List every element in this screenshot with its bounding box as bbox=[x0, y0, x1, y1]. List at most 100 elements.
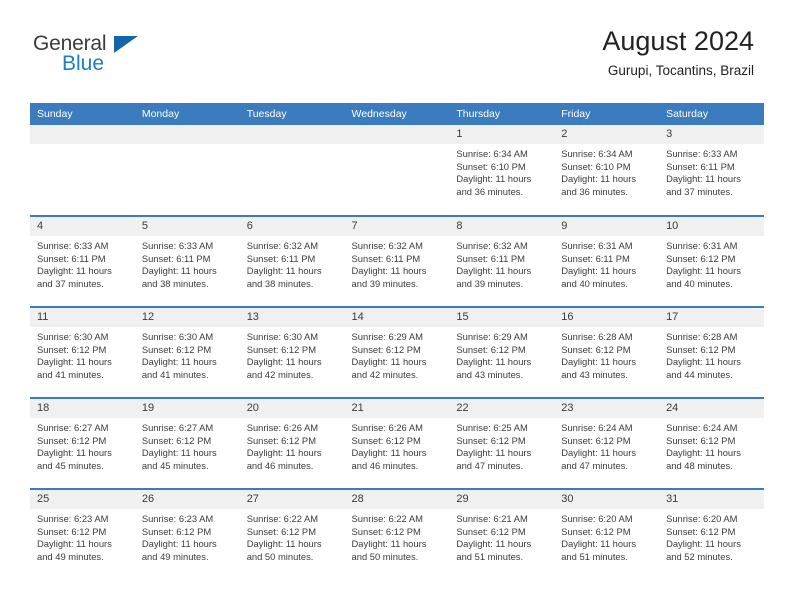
calendar-day-cell[interactable]: 17 Sunrise: 6:28 AM Sunset: 6:12 PM Dayligh… bbox=[659, 306, 764, 398]
day-number: 23 bbox=[554, 399, 660, 418]
sunrise-text: Sunrise: 6:30 AM bbox=[37, 331, 109, 342]
calendar-day-cell[interactable]: 2 Sunrise: 6:34 AM Sunset: 6:10 PM Daylight… bbox=[554, 125, 660, 216]
daylight-text: Daylight: 11 hours and 43 minutes. bbox=[561, 356, 637, 380]
calendar-day-cell[interactable]: 16 Sunrise: 6:28 AM Sunset: 6:12 PM Dayligh… bbox=[554, 306, 660, 398]
day-details: Sunrise: 6:32 AM Sunset: 6:11 PM Daylight:… bbox=[449, 236, 554, 290]
day-number: 30 bbox=[554, 490, 660, 509]
brand-logo[interactable]: General Blue bbox=[33, 33, 143, 77]
sunrise-text: Sunrise: 6:26 AM bbox=[246, 422, 319, 433]
sunset-text: Sunset: 6:12 PM bbox=[666, 343, 736, 355]
day-details: Sunrise: 6:30 AM Sunset: 6:12 PM Daylight:… bbox=[30, 327, 135, 381]
calendar-cell-empty bbox=[30, 125, 135, 216]
calendar-day-cell[interactable]: 20 Sunrise: 6:26 AM Sunset: 6:12 PM Dayligh… bbox=[239, 397, 345, 489]
daylight-text: Daylight: 11 hours and 50 minutes. bbox=[351, 538, 427, 562]
day-details: Sunrise: 6:30 AM Sunset: 6:12 PM Daylight:… bbox=[240, 327, 345, 381]
day-details: Sunrise: 6:28 AM Sunset: 6:12 PM Daylight:… bbox=[554, 327, 659, 381]
day-details: Sunrise: 6:24 AM Sunset: 6:12 PM Daylight:… bbox=[659, 418, 764, 472]
weekday-header-row: Sunday Monday Tuesday Wednesday Thursday… bbox=[30, 103, 764, 125]
daylight-text: Daylight: 11 hours and 51 minutes. bbox=[456, 538, 532, 562]
calendar-day-cell[interactable]: 22 Sunrise: 6:25 AM Sunset: 6:12 PM Dayligh… bbox=[449, 397, 555, 489]
sunrise-text: Sunrise: 6:27 AM bbox=[141, 422, 214, 433]
day-number: 22 bbox=[449, 399, 555, 418]
calendar-week-row: 4 Sunrise: 6:33 AM Sunset: 6:11 PM Daylight… bbox=[30, 215, 764, 307]
calendar-day-cell[interactable]: 19 Sunrise: 6:27 AM Sunset: 6:12 PM Dayligh… bbox=[134, 397, 240, 489]
sunset-text: Sunset: 6:12 PM bbox=[351, 434, 421, 446]
calendar-day-cell[interactable]: 27 Sunrise: 6:22 AM Sunset: 6:12 PM Dayligh… bbox=[239, 488, 345, 580]
calendar-day-cell[interactable]: 18 Sunrise: 6:27 AM Sunset: 6:12 PM Dayligh… bbox=[30, 397, 135, 489]
calendar-day-cell[interactable]: 4 Sunrise: 6:33 AM Sunset: 6:11 PM Daylight… bbox=[30, 215, 135, 307]
calendar-day-cell[interactable]: 10 Sunrise: 6:31 AM Sunset: 6:12 PM Dayligh… bbox=[659, 215, 764, 307]
day-details: Sunrise: 6:31 AM Sunset: 6:12 PM Daylight:… bbox=[659, 236, 764, 290]
sunrise-text: Sunrise: 6:28 AM bbox=[561, 331, 633, 342]
day-details: Sunrise: 6:26 AM Sunset: 6:12 PM Daylight:… bbox=[240, 418, 345, 472]
calendar-day-cell[interactable]: 8 Sunrise: 6:32 AM Sunset: 6:11 PM Daylight… bbox=[449, 215, 555, 307]
day-number: 16 bbox=[554, 308, 660, 327]
day-number: 17 bbox=[659, 308, 764, 327]
calendar-day-cell[interactable]: 3 Sunrise: 6:33 AM Sunset: 6:11 PM Daylight… bbox=[659, 125, 764, 216]
calendar-page: General Blue August 2024 Gurupi, Tocanti… bbox=[0, 0, 792, 612]
calendar-day-cell[interactable]: 30 Sunrise: 6:20 AM Sunset: 6:12 PM Dayligh… bbox=[554, 488, 660, 580]
sunrise-text: Sunrise: 6:32 AM bbox=[456, 240, 528, 251]
sunrise-text: Sunrise: 6:24 AM bbox=[666, 422, 738, 433]
day-details: Sunrise: 6:32 AM Sunset: 6:11 PM Daylight:… bbox=[345, 236, 450, 290]
calendar-day-cell[interactable]: 14 Sunrise: 6:29 AM Sunset: 6:12 PM Dayligh… bbox=[344, 306, 450, 398]
calendar-day-cell[interactable]: 7 Sunrise: 6:32 AM Sunset: 6:11 PM Daylight… bbox=[344, 215, 450, 307]
day-number: 4 bbox=[30, 217, 135, 236]
day-details: Sunrise: 6:29 AM Sunset: 6:12 PM Daylight:… bbox=[345, 327, 450, 381]
calendar-day-cell[interactable]: 15 Sunrise: 6:29 AM Sunset: 6:12 PM Dayligh… bbox=[449, 306, 555, 398]
sunset-text: Sunset: 6:12 PM bbox=[666, 525, 736, 537]
sunrise-text: Sunrise: 6:27 AM bbox=[37, 422, 109, 433]
calendar-table: Sunday Monday Tuesday Wednesday Thursday… bbox=[30, 103, 764, 580]
calendar-day-cell[interactable]: 24 Sunrise: 6:24 AM Sunset: 6:12 PM Dayligh… bbox=[659, 397, 764, 489]
day-number: 5 bbox=[134, 217, 240, 236]
calendar-day-cell[interactable]: 1 Sunrise: 6:34 AM Sunset: 6:10 PM Daylight… bbox=[449, 125, 555, 216]
calendar-day-cell[interactable]: 31 Sunrise: 6:20 AM Sunset: 6:12 PM Dayligh… bbox=[659, 488, 764, 580]
sunset-text: Sunset: 6:11 PM bbox=[351, 252, 421, 264]
calendar-day-cell[interactable]: 23 Sunrise: 6:24 AM Sunset: 6:12 PM Dayligh… bbox=[554, 397, 660, 489]
calendar-day-cell[interactable]: 21 Sunrise: 6:26 AM Sunset: 6:12 PM Dayligh… bbox=[344, 397, 450, 489]
daylight-text: Daylight: 11 hours and 45 minutes. bbox=[141, 447, 217, 471]
weekday-header-wednesday: Wednesday bbox=[344, 103, 450, 125]
daylight-text: Daylight: 11 hours and 37 minutes. bbox=[666, 173, 741, 197]
calendar-day-cell[interactable]: 25 Sunrise: 6:23 AM Sunset: 6:12 PM Dayligh… bbox=[30, 488, 135, 580]
daylight-text: Daylight: 11 hours and 42 minutes. bbox=[351, 356, 427, 380]
sunset-text: Sunset: 6:11 PM bbox=[456, 252, 525, 264]
calendar-cell-empty bbox=[134, 125, 240, 216]
daylight-text: Daylight: 11 hours and 47 minutes. bbox=[456, 447, 532, 471]
day-details: Sunrise: 6:27 AM Sunset: 6:12 PM Daylight:… bbox=[30, 418, 135, 472]
sunrise-text: Sunrise: 6:28 AM bbox=[666, 331, 738, 342]
day-number: 20 bbox=[239, 399, 345, 418]
daylight-text: Daylight: 11 hours and 43 minutes. bbox=[456, 356, 532, 380]
calendar-day-cell[interactable]: 28 Sunrise: 6:22 AM Sunset: 6:12 PM Dayligh… bbox=[344, 488, 450, 580]
daylight-text: Daylight: 11 hours and 46 minutes. bbox=[351, 447, 427, 471]
daylight-text: Daylight: 11 hours and 39 minutes. bbox=[351, 265, 427, 289]
sunset-text: Sunset: 6:12 PM bbox=[561, 343, 631, 355]
calendar-day-cell[interactable]: 12 Sunrise: 6:30 AM Sunset: 6:12 PM Dayligh… bbox=[134, 306, 240, 398]
sunset-text: Sunset: 6:12 PM bbox=[141, 434, 212, 446]
day-number: 28 bbox=[344, 490, 450, 509]
calendar-day-cell[interactable]: 11 Sunrise: 6:30 AM Sunset: 6:12 PM Dayligh… bbox=[30, 306, 135, 398]
day-number: 27 bbox=[239, 490, 345, 509]
calendar-day-cell[interactable]: 9 Sunrise: 6:31 AM Sunset: 6:11 PM Daylight… bbox=[554, 215, 660, 307]
sunset-text: Sunset: 6:11 PM bbox=[246, 252, 316, 264]
day-number: 9 bbox=[554, 217, 660, 236]
sunset-text: Sunset: 6:11 PM bbox=[141, 252, 211, 264]
day-number: 2 bbox=[554, 125, 660, 144]
day-number: 19 bbox=[134, 399, 240, 418]
calendar-day-cell[interactable]: 5 Sunrise: 6:33 AM Sunset: 6:11 PM Daylight… bbox=[134, 215, 240, 307]
sunset-text: Sunset: 6:12 PM bbox=[141, 525, 212, 537]
day-details: Sunrise: 6:33 AM Sunset: 6:11 PM Daylight:… bbox=[135, 236, 240, 290]
daylight-text: Daylight: 11 hours and 48 minutes. bbox=[666, 447, 741, 471]
daylight-text: Daylight: 11 hours and 38 minutes. bbox=[141, 265, 217, 289]
brand-triangle-icon bbox=[114, 36, 138, 53]
calendar-day-cell[interactable]: 6 Sunrise: 6:32 AM Sunset: 6:11 PM Daylight… bbox=[239, 215, 345, 307]
day-number: 31 bbox=[659, 490, 764, 509]
sunrise-text: Sunrise: 6:25 AM bbox=[456, 422, 528, 433]
calendar-day-cell[interactable]: 26 Sunrise: 6:23 AM Sunset: 6:12 PM Dayligh… bbox=[134, 488, 240, 580]
calendar-day-cell[interactable]: 29 Sunrise: 6:21 AM Sunset: 6:12 PM Dayligh… bbox=[449, 488, 555, 580]
sunrise-text: Sunrise: 6:22 AM bbox=[351, 513, 423, 524]
sunrise-text: Sunrise: 6:20 AM bbox=[561, 513, 633, 524]
calendar-day-cell[interactable]: 13 Sunrise: 6:30 AM Sunset: 6:12 PM Dayligh… bbox=[239, 306, 345, 398]
daylight-text: Daylight: 11 hours and 41 minutes. bbox=[37, 356, 112, 380]
sunset-text: Sunset: 6:12 PM bbox=[456, 525, 526, 537]
